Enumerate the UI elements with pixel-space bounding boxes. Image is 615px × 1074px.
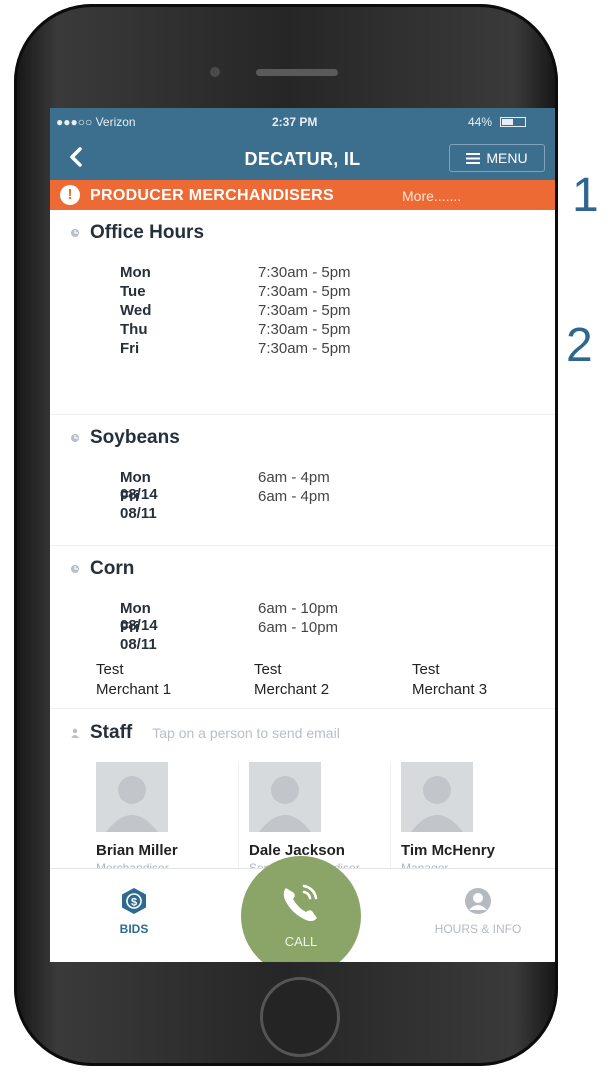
battery-percent: 44% [468, 115, 493, 129]
corn-title: Corn [90, 558, 135, 579]
staff-hint: Tap on a person to send email [152, 725, 340, 741]
svg-text:$: $ [131, 897, 137, 909]
status-bar: ●●●○○ Verizon 2:37 PM 44% [50, 108, 555, 136]
corn-header: Corn [70, 558, 134, 580]
day-label: Tue [120, 283, 146, 300]
time-range: 6am - 4pm [258, 469, 330, 486]
dollar-hexagon-icon: $ [122, 888, 146, 914]
tab-hours-info[interactable]: HOURS & INFO [408, 887, 548, 936]
menu-button[interactable]: MENU [449, 144, 545, 172]
office-hours-title: Office Hours [90, 222, 205, 243]
phone-frame: ●●●○○ Verizon 2:37 PM 44% DECATUR, IL ME… [14, 4, 558, 1066]
day-label: Fri [120, 340, 140, 357]
clock: 2:37 PM [272, 115, 318, 129]
person-icon [71, 728, 79, 738]
carrier-label: ●●●○○ Verizon [56, 115, 136, 129]
merchant-1-label[interactable]: Test Merchant 1 [96, 660, 171, 700]
clock-icon [71, 229, 79, 237]
tab-bids[interactable]: $ BIDS [74, 887, 194, 936]
soybeans-section: Soybeans Mon 08/14 6am - 4pm Fri 08/11 6… [50, 415, 555, 546]
staff-header: Staff Tap on a person to send email [70, 722, 340, 744]
staff-card[interactable]: Brian Miller Merchandiser [86, 762, 236, 875]
time-range: 6am - 10pm [258, 619, 339, 636]
staff-name: Brian Miller [96, 842, 178, 859]
time-range: 7:30am - 5pm [258, 321, 351, 338]
staff-title: Staff [90, 722, 133, 743]
merchant-3-label[interactable]: Test Merchant 3 [412, 660, 487, 700]
person-circle-icon [465, 888, 491, 914]
avatar [249, 762, 321, 832]
time-range: 7:30am - 5pm [258, 264, 351, 281]
earpiece-speaker [256, 69, 338, 76]
exclamation-icon: ! [60, 185, 80, 205]
office-hours-header: Office Hours [70, 222, 204, 244]
avatar-placeholder-icon [106, 776, 158, 832]
soybeans-title: Soybeans [90, 427, 180, 448]
annotation-number-1: 1 [572, 169, 599, 222]
avatar-placeholder-icon [259, 776, 311, 832]
date-label: Fri 08/11 [120, 488, 157, 522]
divider [50, 708, 555, 709]
office-hours-section: Office Hours Mon 7:30am - 5pm Tue 7:30am… [50, 210, 555, 415]
staff-card[interactable]: Tim McHenry Manager [390, 762, 555, 872]
clock-icon [71, 565, 79, 573]
menu-label: MENU [486, 150, 528, 166]
staff-card[interactable]: Dale Jackson Senior Merchandiser [238, 762, 389, 875]
time-range: 7:30am - 5pm [258, 340, 351, 357]
time-range: 7:30am - 5pm [258, 283, 351, 300]
annotation-number-2: 2 [566, 319, 593, 372]
alert-banner[interactable]: ! PRODUCER MERCHANDISERS More....... [50, 180, 555, 210]
clock-icon [71, 434, 79, 442]
time-range: 6am - 4pm [258, 488, 330, 505]
soybeans-header: Soybeans [70, 427, 180, 449]
hamburger-icon [466, 152, 481, 164]
merchant-2-label[interactable]: Test Merchant 2 [254, 660, 329, 700]
date-label: Fri 08/11 [120, 619, 157, 653]
time-range: 7:30am - 5pm [258, 302, 351, 319]
app-screen: ●●●○○ Verizon 2:37 PM 44% DECATUR, IL ME… [50, 108, 555, 962]
alert-text: PRODUCER MERCHANDISERS [90, 187, 334, 204]
staff-name: Tim McHenry [401, 842, 495, 859]
merchant-row: Test Merchant 1 Test Merchant 2 Test Mer… [50, 660, 555, 706]
battery-icon [500, 117, 526, 127]
avatar [96, 762, 168, 832]
alert-more-link[interactable]: More....... [402, 188, 461, 204]
time-range: 6am - 10pm [258, 600, 339, 617]
nav-bar: DECATUR, IL MENU [50, 136, 555, 180]
tab-hours-info-label: HOURS & INFO [434, 922, 522, 936]
day-label: Thu [120, 321, 148, 338]
call-label: CALL [284, 934, 318, 949]
tab-bids-label: BIDS [119, 922, 149, 936]
avatar [401, 762, 473, 832]
day-label: Mon [120, 264, 151, 281]
front-camera [210, 67, 220, 77]
avatar-placeholder-icon [411, 776, 463, 832]
phone-call-icon [283, 884, 318, 922]
day-label: Wed [120, 302, 152, 319]
home-button[interactable] [260, 977, 340, 1057]
